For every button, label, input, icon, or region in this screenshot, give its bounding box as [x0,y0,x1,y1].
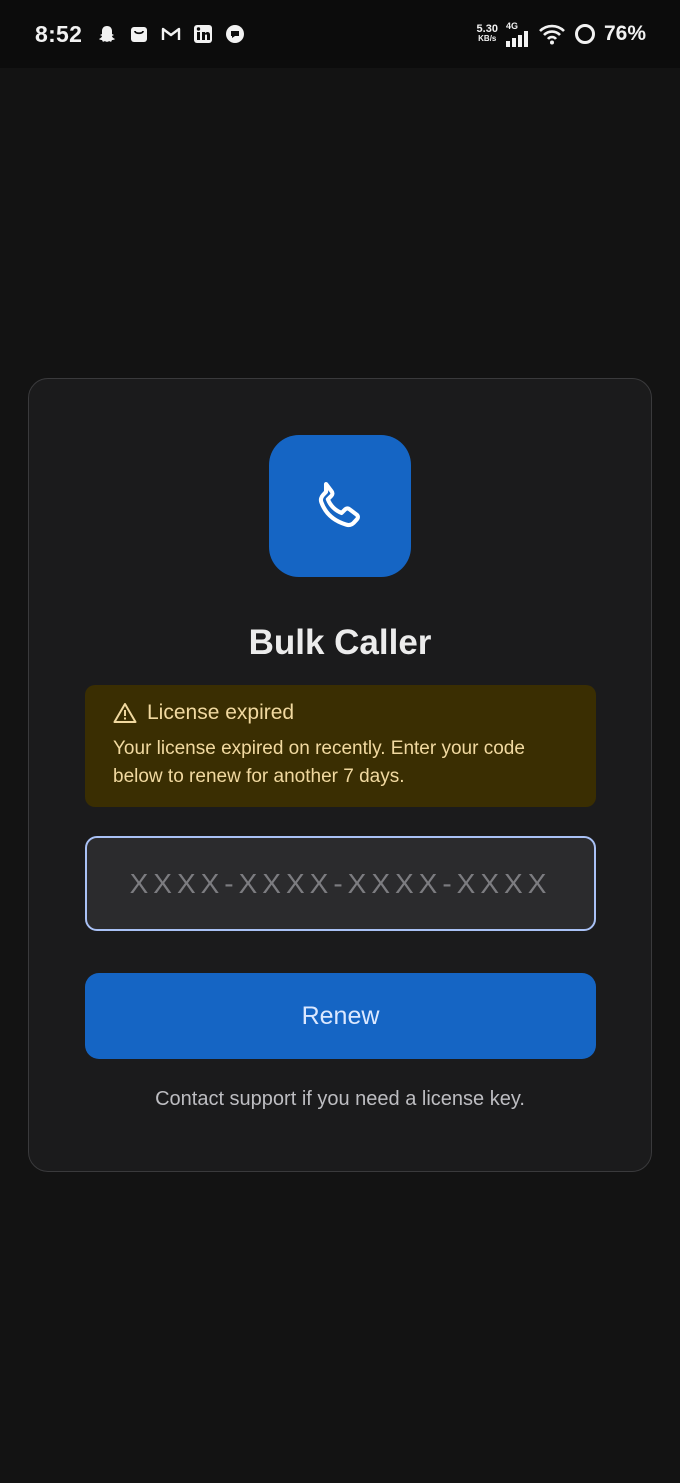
battery-ring-icon [574,23,596,45]
clock: 8:52 [35,20,83,47]
status-bar-right: 5.30 KB/s 4G 76% [477,20,646,47]
network-speed-value: 5.30 [476,23,498,35]
shopping-bag-icon [128,23,150,45]
alert-title: License expired [147,701,295,724]
license-key-input[interactable] [85,836,596,931]
status-bar: 8:52 5.30 KB/s 4G 76% [0,0,680,68]
phone-icon [318,481,360,528]
alert-message: Your license expired on recently. Enter … [113,738,525,787]
alert-header: License expired [113,701,568,725]
snapchat-icon [96,23,118,45]
license-expired-alert: License expired Your license expired on … [85,685,596,807]
network-type: 4G [505,20,518,31]
network-speed: 5.30 KB/s [477,24,498,44]
battery-level: 76% [603,22,646,45]
cellular-signal: 4G [505,20,530,47]
renew-button[interactable]: Renew [85,973,596,1059]
warning-icon [113,703,137,723]
chat-icon [224,23,246,45]
license-card: Bulk Caller License expired Your license… [28,378,652,1172]
status-bar-left: 8:52 [35,21,246,48]
wifi-icon [538,23,566,45]
linkedin-icon [192,23,214,45]
app-title: Bulk Caller [248,623,432,662]
gmail-icon [160,23,182,45]
app-icon [269,435,411,577]
support-text: Contact support if you need a license ke… [155,1088,525,1110]
network-speed-unit: KB/s [478,34,497,43]
signal-bars-icon [505,30,528,47]
